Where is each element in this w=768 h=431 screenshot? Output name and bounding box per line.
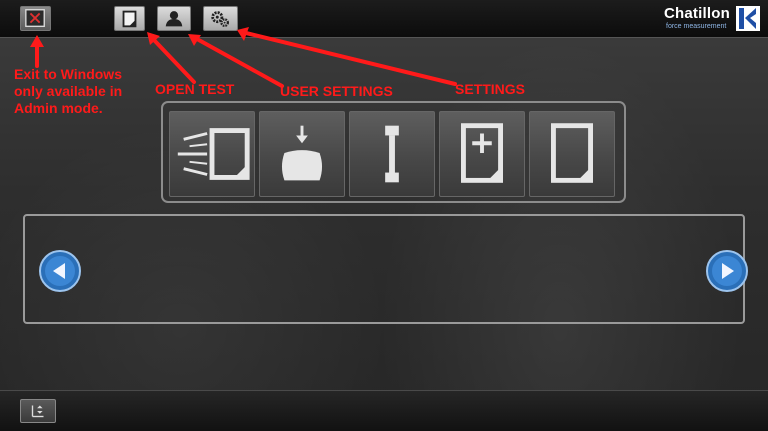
compression-test-tile[interactable] xyxy=(259,111,345,197)
annotation-user-settings: USER SETTINGS xyxy=(280,83,393,99)
tensile-test-tile[interactable] xyxy=(349,111,435,197)
app-screen: Chatillon force measurement Exit to Wind… xyxy=(0,0,768,431)
exit-windows-button[interactable] xyxy=(20,6,51,31)
blank-test-tile[interactable] xyxy=(529,111,615,197)
quick-test-icon xyxy=(177,128,250,180)
compression-test-icon xyxy=(281,125,323,181)
annotation-exit-line2: only available in xyxy=(14,83,123,99)
brand-tagline: force measurement xyxy=(666,23,727,30)
carousel-next-button[interactable] xyxy=(706,250,748,292)
panel-toggle-button[interactable] xyxy=(20,399,56,423)
carousel-prev-button[interactable] xyxy=(39,250,81,292)
arrow-right-icon xyxy=(706,250,748,292)
top-toolbar: Chatillon force measurement xyxy=(0,0,768,38)
new-test-tile[interactable] xyxy=(439,111,525,197)
exit-windows-icon xyxy=(25,9,45,28)
annotation-exit-line1: Exit to Windows xyxy=(14,66,122,82)
blank-test-icon xyxy=(551,123,593,183)
document-icon xyxy=(122,10,137,28)
panel-toggle-icon xyxy=(31,405,44,418)
new-test-icon xyxy=(461,123,503,183)
brand-name: Chatillon xyxy=(664,5,730,22)
bottom-toolbar xyxy=(0,390,768,431)
gears-icon xyxy=(211,11,230,28)
annotation-settings: SETTINGS xyxy=(455,81,526,97)
test-carousel xyxy=(23,214,748,324)
tensile-test-icon xyxy=(385,125,399,183)
quick-test-tile[interactable] xyxy=(169,111,255,197)
annotation-open-test: OPEN TEST xyxy=(155,81,235,97)
test-type-tiles xyxy=(161,101,626,203)
chatillon-logo: Chatillon force measurement xyxy=(664,5,760,33)
annotation-exit-line3: Admin mode. xyxy=(14,100,103,116)
user-icon xyxy=(165,11,183,27)
user-settings-button[interactable] xyxy=(157,6,191,31)
settings-button[interactable] xyxy=(203,6,238,31)
open-test-button[interactable] xyxy=(114,6,145,31)
logo-mark-icon xyxy=(736,6,760,31)
arrow-left-icon xyxy=(39,250,81,292)
